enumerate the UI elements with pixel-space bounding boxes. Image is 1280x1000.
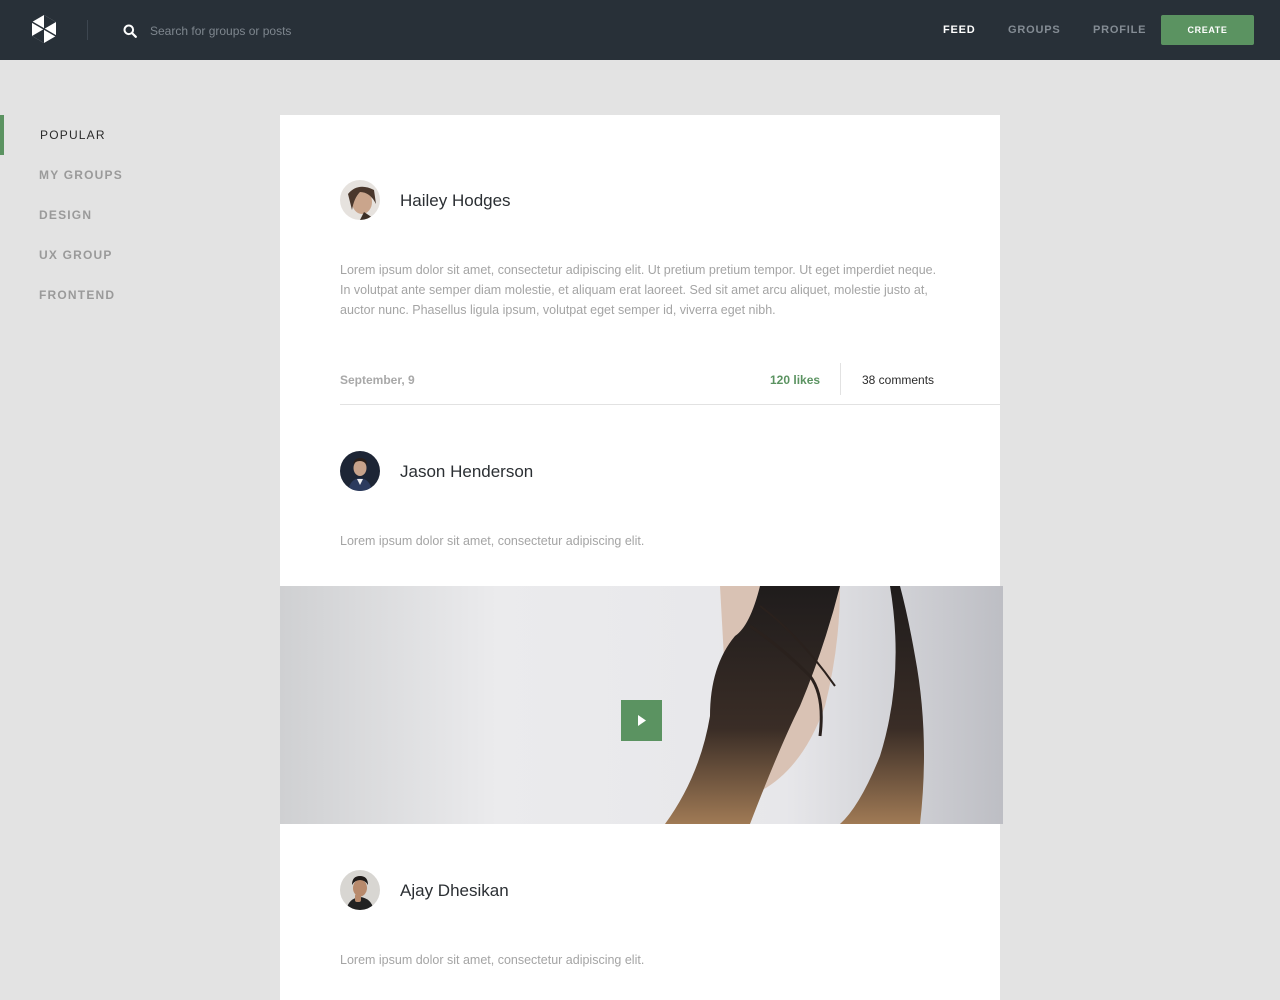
avatar[interactable] [340, 870, 380, 910]
post-date: September, 9 [340, 373, 415, 387]
logo-divider [87, 20, 88, 40]
play-icon [638, 715, 646, 726]
avatar[interactable] [340, 180, 380, 220]
sidebar-item-my-groups[interactable]: MY GROUPS [0, 155, 220, 195]
post-author[interactable]: Hailey Hodges [400, 191, 511, 211]
top-navbar: FEED GROUPS PROFILE CREATE [0, 0, 1280, 60]
meta-divider [840, 363, 841, 395]
search-input[interactable] [150, 21, 450, 41]
nav-feed[interactable]: FEED [943, 24, 976, 36]
avatar[interactable] [340, 451, 380, 491]
create-button[interactable]: CREATE [1161, 15, 1254, 45]
nav-groups[interactable]: GROUPS [1008, 24, 1060, 36]
feed-card: Hailey Hodges Lorem ipsum dolor sit amet… [280, 115, 1000, 1000]
sidebar-item-label: FRONTEND [39, 288, 116, 302]
sidebar-item-ux-group[interactable]: UX GROUP [0, 235, 220, 275]
sidebar-item-label: UX GROUP [39, 248, 113, 262]
post-author[interactable]: Jason Henderson [400, 462, 533, 482]
search-icon [123, 24, 137, 38]
sidebar-item-frontend[interactable]: FRONTEND [0, 275, 220, 315]
post-text: Lorem ipsum dolor sit amet, consectetur … [340, 953, 645, 967]
sidebar-item-popular[interactable]: POPULAR [0, 115, 220, 155]
sidebar-item-label: POPULAR [40, 128, 106, 142]
post-text: Lorem ipsum dolor sit amet, consectetur … [340, 263, 937, 317]
nav-profile[interactable]: PROFILE [1093, 24, 1146, 36]
post-video[interactable] [280, 586, 1003, 824]
sidebar-item-label: MY GROUPS [39, 168, 123, 182]
sidebar-item-design[interactable]: DESIGN [0, 195, 220, 235]
post-author[interactable]: Ajay Dhesikan [400, 881, 509, 901]
play-button[interactable] [621, 700, 662, 741]
comments-link[interactable]: 38 comments [862, 373, 934, 387]
likes-link[interactable]: 120 likes [770, 373, 820, 387]
post-divider [340, 404, 1000, 405]
post-text: Lorem ipsum dolor sit amet, consectetur … [340, 534, 645, 548]
sidebar-item-label: DESIGN [39, 208, 93, 222]
logo-icon[interactable] [32, 15, 56, 43]
